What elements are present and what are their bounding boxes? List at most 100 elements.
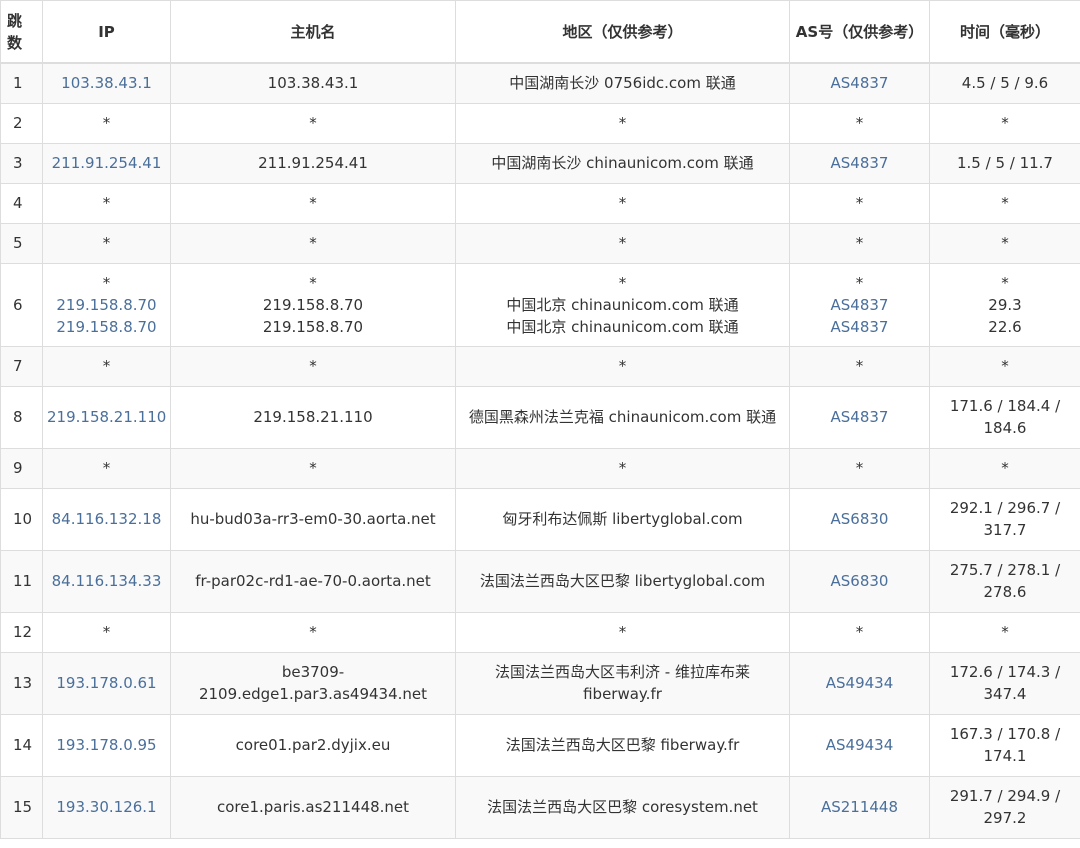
ip-cell: * 219.158.8.70 219.158.8.70 xyxy=(42,262,171,347)
as-link[interactable]: AS6830 xyxy=(794,570,925,592)
ip-link[interactable]: 219.158.8.70 xyxy=(47,294,166,316)
as-link[interactable]: AS4837 xyxy=(794,294,925,316)
as-value: * xyxy=(855,273,864,292)
as-value: * xyxy=(855,234,864,252)
host-value: * xyxy=(309,459,317,477)
host-value: * xyxy=(309,114,317,132)
ip-cell: 211.91.254.41 xyxy=(42,142,171,184)
time-value: 174.1 xyxy=(983,747,1027,765)
region-cell: 法国法兰西岛大区巴黎 fiberway.fr xyxy=(455,713,790,777)
time-cell: * xyxy=(929,182,1080,224)
hostname-cell: core1.paris.as211448.net xyxy=(170,775,456,839)
ip-cell: 84.116.132.18 xyxy=(42,487,171,551)
time-value: 291.7 / 294.9 / xyxy=(949,787,1061,805)
time-cell: 171.6 / 184.4 / 184.6 xyxy=(929,385,1080,449)
host-value: * xyxy=(309,273,317,292)
time-cell: 4.5 / 5 / 9.6 xyxy=(929,62,1080,104)
ip-cell: * xyxy=(42,182,171,224)
region-value: 中国北京 chinaunicom.com 联通 xyxy=(506,295,739,314)
ip-link[interactable]: 84.116.134.33 xyxy=(47,570,166,592)
ip-cell: * xyxy=(42,611,171,653)
ip-value: * xyxy=(102,273,111,292)
table-row: 15 193.30.126.1 core1.paris.as211448.net 法国… xyxy=(0,775,1080,839)
region-value: * xyxy=(618,194,627,212)
ip-cell: 219.158.21.110 xyxy=(42,385,171,449)
time-value: 29.3 xyxy=(988,295,1022,314)
as-link[interactable]: AS49434 xyxy=(794,734,925,756)
as-cell: AS4837 xyxy=(789,62,930,104)
time-cell: 1.5 / 5 / 11.7 xyxy=(929,142,1080,184)
region-cell: * xyxy=(455,611,790,653)
hop-number: 13 xyxy=(0,651,43,715)
host-value: * xyxy=(309,357,317,375)
time-value: * xyxy=(1001,357,1009,375)
ip-cell: * xyxy=(42,222,171,264)
time-value: 172.6 / 174.3 / xyxy=(949,663,1061,681)
ip-link[interactable]: 219.158.8.70 xyxy=(47,316,166,338)
host-value: * xyxy=(309,623,317,641)
ip-link[interactable]: 211.91.254.41 xyxy=(47,152,166,174)
hop-number: 3 xyxy=(0,142,43,184)
as-link[interactable]: AS4837 xyxy=(794,406,925,428)
time-cell: * xyxy=(929,222,1080,264)
hop-number: 12 xyxy=(0,611,43,653)
hostname-cell: 211.91.254.41 xyxy=(170,142,456,184)
ip-cell: 103.38.43.1 xyxy=(42,62,171,104)
as-link[interactable]: AS6830 xyxy=(794,508,925,530)
as-link[interactable]: AS4837 xyxy=(794,152,925,174)
region-value: 法国法兰西岛大区巴黎 coresystem.net xyxy=(487,798,758,816)
host-value: 103.38.43.1 xyxy=(267,74,359,93)
header-as: AS号（仅供参考） xyxy=(789,0,930,64)
region-value: 法国法兰西岛大区巴黎 fiberway.fr xyxy=(505,736,740,754)
region-cell: 法国法兰西岛大区巴黎 coresystem.net xyxy=(455,775,790,839)
table-row: 7 * * * * * xyxy=(0,345,1080,387)
ip-link[interactable]: 103.38.43.1 xyxy=(47,72,166,94)
as-cell: * xyxy=(789,345,930,387)
table-row: 12 * * * * * xyxy=(0,611,1080,653)
hop-number: 7 xyxy=(0,345,43,387)
time-value: * xyxy=(1001,114,1009,132)
ip-value: * xyxy=(102,357,111,375)
hop-number: 5 xyxy=(0,222,43,264)
as-link[interactable]: AS49434 xyxy=(794,672,925,694)
table-row: 1 103.38.43.1 103.38.43.1 中国湖南长沙 0756idc.co… xyxy=(0,62,1080,104)
as-link[interactable]: AS4837 xyxy=(794,316,925,338)
time-value: 278.6 xyxy=(983,583,1027,601)
time-value: * xyxy=(1001,194,1009,212)
hostname-cell: * xyxy=(170,102,456,144)
ip-link[interactable]: 84.116.132.18 xyxy=(47,508,166,530)
time-cell: * xyxy=(929,447,1080,489)
ip-link[interactable]: 219.158.21.110 xyxy=(47,406,166,428)
hop-number: 15 xyxy=(0,775,43,839)
time-value: 171.6 / 184.4 / xyxy=(949,397,1061,415)
ip-link[interactable]: 193.178.0.61 xyxy=(47,672,166,694)
region-value: 法国法兰西岛大区巴黎 libertyglobal.com xyxy=(479,572,766,590)
header-time: 时间（毫秒） xyxy=(929,0,1080,64)
time-value: 22.6 xyxy=(988,317,1022,336)
hostname-cell: hu-bud03a-rr3-em0-30.aorta.net xyxy=(170,487,456,551)
header-region: 地区（仅供参考） xyxy=(455,0,790,64)
ip-value: * xyxy=(102,623,111,641)
as-cell: * AS4837 AS4837 xyxy=(789,262,930,347)
table-row: 4 * * * * * xyxy=(0,182,1080,224)
time-value: * xyxy=(1001,459,1009,477)
hop-number: 6 xyxy=(0,262,43,347)
region-cell: * xyxy=(455,102,790,144)
as-cell: * xyxy=(789,447,930,489)
as-link[interactable]: AS4837 xyxy=(794,72,925,94)
table-header-row: 跳数 IP 主机名 地区（仅供参考） AS号（仅供参考） 时间（毫秒） xyxy=(0,0,1080,64)
host-value: 2109.edge1.par3.as49434.net xyxy=(198,685,428,703)
ip-link[interactable]: 193.30.126.1 xyxy=(47,796,166,818)
header-hop: 跳数 xyxy=(0,0,43,64)
region-cell: 法国法兰西岛大区巴黎 libertyglobal.com xyxy=(455,549,790,613)
host-value: core1.paris.as211448.net xyxy=(216,798,410,816)
region-cell: 法国法兰西岛大区韦利济 - 维拉库布莱 fiberway.fr xyxy=(455,651,790,715)
region-value: 匈牙利布达佩斯 libertyglobal.com xyxy=(502,510,743,528)
as-cell: * xyxy=(789,611,930,653)
as-link[interactable]: AS211448 xyxy=(794,796,925,818)
table-body: 1 103.38.43.1 103.38.43.1 中国湖南长沙 0756idc.co… xyxy=(0,62,1080,839)
region-value: 中国湖南长沙 0756idc.com 联通 xyxy=(509,74,736,93)
ip-link[interactable]: 193.178.0.95 xyxy=(47,734,166,756)
table-row: 11 84.116.134.33 fr-par02c-rd1-ae-70-0.aor… xyxy=(0,549,1080,613)
region-cell: * xyxy=(455,447,790,489)
